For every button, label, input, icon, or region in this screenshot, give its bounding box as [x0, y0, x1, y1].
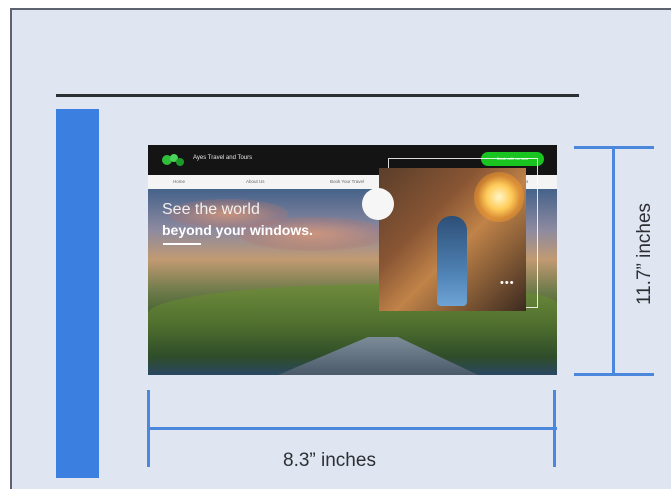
height-dimension-cap-bottom — [574, 373, 654, 376]
top-rule-line — [56, 94, 579, 97]
nav-item-home[interactable]: Home — [173, 179, 185, 184]
height-dimension-label: 11.7” inches — [634, 202, 655, 306]
nav-item-about[interactable]: About Us — [246, 179, 265, 184]
hero-headline-line1: See the world — [162, 201, 260, 218]
nav-item-book-travel[interactable]: Book Your Travel — [330, 179, 364, 184]
width-dimension-line — [148, 427, 557, 430]
photo-traveler-figure — [437, 216, 467, 306]
left-accent-bar — [56, 109, 99, 478]
website-mockup: Ayes Travel and Tours Book with us now H… — [148, 145, 557, 375]
headline-underline — [163, 243, 201, 245]
width-dimension-cap-right — [553, 390, 556, 467]
hero-headline-line2: beyond your windows. — [162, 222, 313, 238]
leaf-logo-icon — [162, 154, 184, 166]
height-dimension-line — [612, 147, 615, 376]
width-dimension-label: 8.3” inches — [283, 450, 376, 471]
mockup-brand-name: Ayes Travel and Tours — [193, 155, 253, 161]
slider-dot-button[interactable] — [362, 188, 394, 220]
photo-sun — [474, 172, 524, 222]
more-dots-icon[interactable]: ••• — [500, 278, 515, 289]
traveler-photo — [379, 168, 526, 311]
